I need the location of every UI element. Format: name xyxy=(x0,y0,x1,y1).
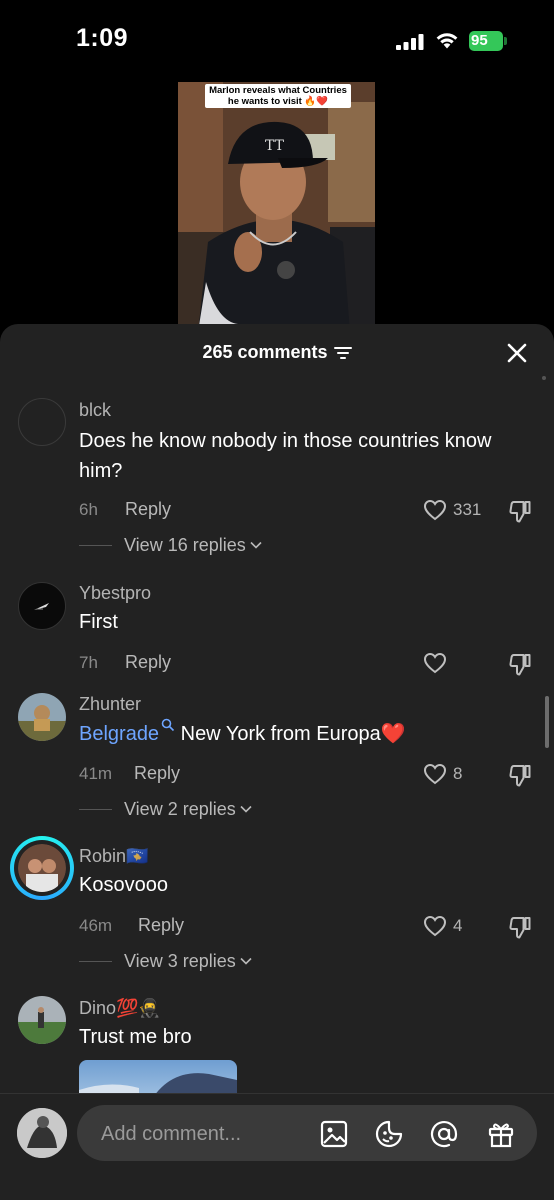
close-icon[interactable] xyxy=(506,342,528,364)
heart-icon xyxy=(423,763,447,785)
video-caption-line1: Marlon reveals what Countries xyxy=(209,85,347,96)
comment-input-container[interactable] xyxy=(77,1105,537,1161)
mention-icon[interactable] xyxy=(429,1119,459,1149)
comment-item: Robin🇽🇰 Kosovooo 46m Reply 4 View 3 repl… xyxy=(0,836,554,972)
video-caption-line2: he wants to visit 🔥❤️ xyxy=(227,96,329,107)
comment-time: 41m xyxy=(79,764,113,783)
like-button[interactable]: 331 xyxy=(423,498,481,522)
view-replies-button[interactable]: View 2 replies xyxy=(79,798,252,820)
comments-count-wrap: 265 comments xyxy=(0,342,554,363)
video-frame: TT xyxy=(178,82,375,332)
like-button[interactable]: 4 xyxy=(423,914,462,938)
heart-icon xyxy=(423,652,447,674)
avatar[interactable] xyxy=(18,398,66,446)
comment-item: Zhunter Belgrade New York from Europa❤️ … xyxy=(0,690,554,820)
battery-icon: 95 xyxy=(469,31,507,51)
comment-item: Ybestpro First 7h Reply xyxy=(0,579,554,679)
comment-item: Dino💯🥷 Trust me bro xyxy=(0,994,554,1104)
comment-username[interactable]: Dino💯🥷 xyxy=(79,998,161,1019)
replies-divider xyxy=(79,960,112,962)
user-avatar[interactable] xyxy=(17,1108,67,1158)
view-replies-button[interactable]: View 3 replies xyxy=(79,950,252,972)
comment-time: 7h xyxy=(79,653,98,672)
user-avatar-image xyxy=(17,1108,67,1158)
avatar xyxy=(14,840,70,896)
dislike-icon[interactable] xyxy=(508,499,532,523)
like-button[interactable]: 8 xyxy=(423,762,462,786)
comment-time: 46m xyxy=(79,916,113,935)
comment-text: Kosovooo xyxy=(79,874,168,896)
story-ring[interactable] xyxy=(10,836,74,900)
image-icon[interactable] xyxy=(319,1119,349,1149)
comments-count: 265 comments xyxy=(202,342,328,362)
view-replies-button[interactable]: View 16 replies xyxy=(79,534,262,556)
dislike-icon[interactable] xyxy=(508,915,532,939)
heart-icon xyxy=(423,915,447,937)
heart-icon xyxy=(423,499,447,521)
wifi-icon xyxy=(436,33,458,49)
sort-filter-icon[interactable] xyxy=(333,346,352,360)
view-replies-label: View 16 replies xyxy=(124,534,246,555)
scrollbar[interactable] xyxy=(545,696,549,748)
comment-username[interactable]: blck xyxy=(79,400,111,421)
chevron-down-icon xyxy=(240,805,252,813)
comments-header: 265 comments xyxy=(0,324,554,382)
comment-input[interactable] xyxy=(99,1119,313,1149)
chevron-down-icon xyxy=(250,541,262,549)
avatar[interactable] xyxy=(18,996,66,1044)
comment-time: 6h xyxy=(79,500,98,519)
avatar-image xyxy=(18,844,66,892)
avatar-image xyxy=(34,603,49,610)
reply-button[interactable]: Reply xyxy=(125,499,171,520)
like-count: 8 xyxy=(453,764,463,783)
like-count: 331 xyxy=(453,500,482,519)
comment-username[interactable]: Robin🇽🇰 xyxy=(79,846,148,867)
cellular-signal-icon xyxy=(396,34,424,50)
view-replies-label: View 2 replies xyxy=(124,798,236,819)
location-tag[interactable]: Belgrade xyxy=(79,723,159,745)
dislike-icon[interactable] xyxy=(508,763,532,787)
battery-level: 95 xyxy=(471,32,488,49)
replies-divider xyxy=(79,544,112,546)
comment-username[interactable]: Ybestpro xyxy=(79,583,151,604)
status-time: 1:09 xyxy=(76,24,129,52)
video-caption: Marlon reveals what Countries he wants t… xyxy=(205,84,351,108)
search-icon xyxy=(161,718,175,732)
comment-text: Belgrade New York from Europa❤️ xyxy=(79,718,519,749)
replies-divider xyxy=(79,808,112,810)
like-button[interactable] xyxy=(423,651,447,675)
comment-text: Does he know nobody in those countries k… xyxy=(79,430,492,482)
dislike-icon[interactable] xyxy=(508,652,532,676)
reply-button[interactable]: Reply xyxy=(125,652,171,673)
svg-text:TT: TT xyxy=(265,138,285,154)
page: 1:09 95 Marlon reveals what Countries he… xyxy=(0,0,554,1200)
comment-item: blck Does he know nobody in those countr… xyxy=(0,396,554,566)
status-bar: 1:09 95 xyxy=(0,0,554,80)
comment-input-bar xyxy=(0,1093,554,1200)
comment-text: First xyxy=(79,611,118,633)
reply-button[interactable]: Reply xyxy=(138,915,184,936)
like-count: 4 xyxy=(453,916,463,935)
comments-sheet: 265 comments blck Does he know nobody in… xyxy=(0,324,554,1200)
gift-icon[interactable] xyxy=(486,1119,516,1149)
view-replies-label: View 3 replies xyxy=(124,950,236,971)
chevron-down-icon xyxy=(240,957,252,965)
avatar[interactable] xyxy=(18,582,66,630)
avatar-image xyxy=(18,693,66,741)
battery-cap xyxy=(504,37,507,45)
reply-button[interactable]: Reply xyxy=(134,763,180,784)
video-player[interactable]: Marlon reveals what Countries he wants t… xyxy=(178,82,375,332)
comment-body: New York from Europa❤️ xyxy=(175,723,406,745)
comment-text: Trust me bro xyxy=(79,1026,192,1048)
avatar[interactable] xyxy=(18,693,66,741)
avatar-image xyxy=(18,996,66,1044)
comment-username[interactable]: Zhunter xyxy=(79,694,141,715)
scroll-indicator-dot xyxy=(542,376,546,380)
emoji-sticker-icon[interactable] xyxy=(374,1119,404,1149)
